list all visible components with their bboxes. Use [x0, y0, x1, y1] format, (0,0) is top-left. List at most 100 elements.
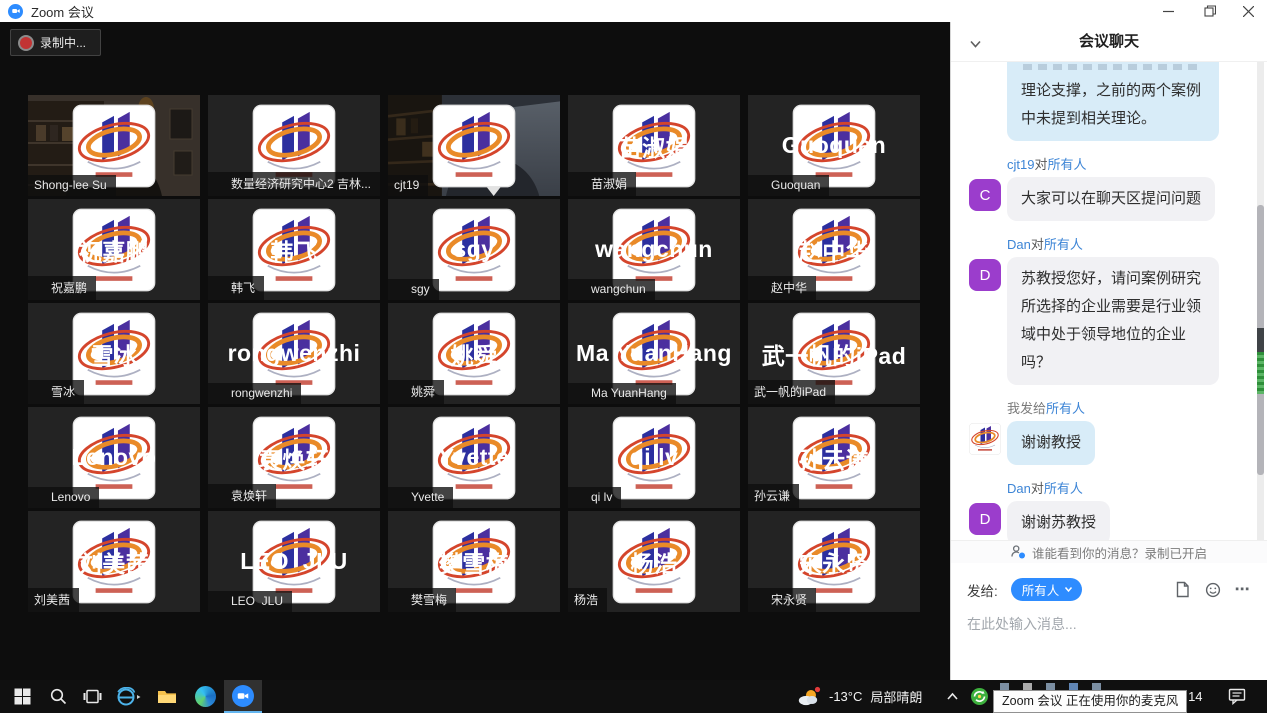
participant-name-label: Ma YuanHang — [568, 383, 676, 404]
participant-tile[interactable]: sgy sgy — [388, 199, 560, 300]
chat-message-list: 理论支撑，之前的两个案例中未提到相关理论。 cjt19对所有人 C 大家可以在聊… — [951, 62, 1267, 540]
search-icon[interactable] — [42, 680, 74, 713]
participant-name-label: 祝嘉鹏 — [28, 276, 96, 300]
participant-name-label: 宋永贤 — [748, 588, 816, 612]
participant-tile[interactable]: 赵中华 赵中华 — [748, 199, 920, 300]
muted-mic-icon — [574, 491, 586, 503]
minimize-button[interactable] — [1151, 0, 1185, 22]
internet-explorer-icon[interactable] — [110, 680, 148, 713]
participant-tile[interactable]: 韩飞 韩飞 — [208, 199, 380, 300]
participant-name-label: 姚舜 — [388, 380, 444, 404]
participant-tile[interactable]: Shong-lee Su — [28, 95, 200, 196]
participant-tile[interactable]: 武一帆的iPad 武一帆的iPad — [748, 303, 920, 404]
message-bubble: 理论支撑，之前的两个案例中未提到相关理论。 — [1007, 62, 1219, 141]
participant-tile[interactable]: Yvette Yvette — [388, 407, 560, 508]
chat-message: Dan对所有人 D 苏教授您好，请问案例研究所选择的企业需要是行业领域中处于领导… — [969, 237, 1253, 385]
chat-scrollbar[interactable] — [1257, 62, 1264, 540]
weather-icon — [797, 686, 821, 708]
participant-name-label: sgy — [388, 279, 439, 300]
chat-compose-area: 发给: 所有人 ⋯ 在此处输入消息... — [951, 563, 1267, 680]
participant-name-label: 韩飞 — [208, 276, 264, 300]
attach-file-icon[interactable] — [1174, 581, 1191, 598]
muted-mic-icon — [34, 282, 46, 294]
participant-tile[interactable]: Lenovo Lenovo — [28, 407, 200, 508]
message-sender-line: 我发给所有人 — [1007, 401, 1253, 417]
message-bubble: 大家可以在聊天区提问问题 — [1007, 177, 1215, 221]
tray-icons-partial — [1000, 683, 1101, 690]
message-sender-line: cjt19对所有人 — [1007, 157, 1253, 173]
chat-input[interactable]: 在此处输入消息... — [967, 614, 1251, 634]
recipient-dropdown[interactable]: 所有人 — [1011, 578, 1083, 601]
recording-dot-icon — [20, 37, 32, 49]
start-button[interactable] — [4, 680, 40, 713]
security-tray-icon[interactable] — [966, 680, 992, 713]
message-sender-line: Dan对所有人 — [1007, 237, 1253, 253]
participant-tile[interactable]: 雪冰 雪冰 — [28, 303, 200, 404]
avatar — [969, 423, 1001, 455]
restore-button[interactable] — [1193, 0, 1227, 22]
muted-mic-icon — [214, 282, 226, 294]
participant-name-label: 武一帆的iPad — [748, 380, 835, 404]
weather-widget[interactable]: -13°C 局部晴朗 — [797, 680, 922, 713]
participant-tile[interactable]: Ma YuanHang Ma YuanHang — [568, 303, 740, 404]
recording-indicator-button[interactable]: 录制中... — [10, 29, 101, 56]
muted-mic-icon — [394, 283, 406, 295]
muted-mic-icon — [574, 178, 586, 190]
participant-name-label: 数量经济研究中心2 吉林... — [208, 172, 380, 196]
participant-name-label: 杨浩 — [568, 588, 607, 612]
muted-mic-icon — [214, 178, 226, 190]
muted-mic-icon — [754, 179, 766, 191]
participant-tile[interactable]: 姚舜 姚舜 — [388, 303, 560, 404]
participant-name-label: wangchun — [568, 279, 655, 300]
participant-tile[interactable]: 杨浩 杨浩 — [568, 511, 740, 612]
file-explorer-icon[interactable] — [150, 680, 184, 713]
participant-tile[interactable]: cjt19 — [388, 95, 560, 196]
muted-mic-icon — [394, 594, 406, 606]
participant-tile[interactable]: 数量经济研究中心2 吉林... — [208, 95, 380, 196]
muted-mic-icon — [34, 491, 46, 503]
participant-tile[interactable]: 樊雪梅 樊雪梅 — [388, 511, 560, 612]
participant-tile[interactable]: wangchun wangchun — [568, 199, 740, 300]
zoom-app-icon — [8, 4, 23, 19]
chat-message: 我发给所有人 谢谢教授 — [969, 401, 1253, 465]
chat-message: cjt19对所有人 C 大家可以在聊天区提问问题 — [969, 157, 1253, 221]
chevron-down-icon[interactable] — [969, 36, 982, 46]
window-title: Zoom 会议 — [31, 2, 94, 21]
participant-tile[interactable]: 袁焕轩 袁焕轩 — [208, 407, 380, 508]
participant-tile[interactable]: rongwenzhi rongwenzhi — [208, 303, 380, 404]
weather-temp: -13°C — [829, 689, 862, 704]
participant-tile[interactable]: 刘美茜 刘美茜 — [28, 511, 200, 612]
hidden-icons-chevron[interactable] — [941, 680, 963, 713]
task-view-icon[interactable] — [76, 680, 108, 713]
participant-tile[interactable]: qi lv qi lv — [568, 407, 740, 508]
message-bubble: 苏教授您好，请问案例研究所选择的企业需要是行业领域中处于领导地位的企业吗？ — [1007, 257, 1219, 385]
participant-name-label: 雪冰 — [28, 380, 84, 404]
close-button[interactable] — [1231, 0, 1265, 22]
recording-label: 录制中... — [40, 34, 86, 51]
window-titlebar: Zoom 会议 — [0, 0, 1267, 22]
edge-icon[interactable] — [188, 680, 222, 713]
avatar: C — [969, 179, 1001, 211]
action-center-icon[interactable] — [1220, 680, 1254, 713]
more-options-icon[interactable]: ⋯ — [1234, 581, 1251, 598]
zoom-taskbar-icon[interactable] — [224, 680, 262, 713]
chat-message: Dan对所有人 D 谢谢苏教授 — [969, 481, 1253, 540]
participant-tile[interactable]: LEO JLU LEO JLU — [208, 511, 380, 612]
chat-title: 会议聊天 — [951, 22, 1267, 62]
participant-name-label: LEO JLU — [208, 591, 292, 612]
participant-tile[interactable]: 祝嘉鹏 祝嘉鹏 — [28, 199, 200, 300]
participant-name-label: cjt19 — [388, 175, 428, 196]
participant-tile[interactable]: 苗淑娟 苗淑娟 — [568, 95, 740, 196]
message-bubble: 谢谢苏教授 — [1007, 501, 1110, 540]
emoji-icon[interactable] — [1204, 581, 1221, 598]
avatar: D — [969, 503, 1001, 535]
muted-mic-icon — [214, 387, 226, 399]
participant-name-label: rongwenzhi — [208, 383, 301, 404]
participant-grid: Shong-lee Su 数量经济研究中心2 吉林... — [28, 95, 920, 612]
participant-tile[interactable]: 宋永贤 宋永贤 — [748, 511, 920, 612]
participant-tile[interactable]: 孙云谦 孙云谦 — [748, 407, 920, 508]
chevron-down-icon — [1064, 586, 1073, 593]
video-stage: 录制中... Shong-lee Su — [0, 22, 950, 680]
chat-scrollbar-thumb[interactable] — [1257, 205, 1264, 475]
participant-tile[interactable]: Guoquan Guoquan — [748, 95, 920, 196]
